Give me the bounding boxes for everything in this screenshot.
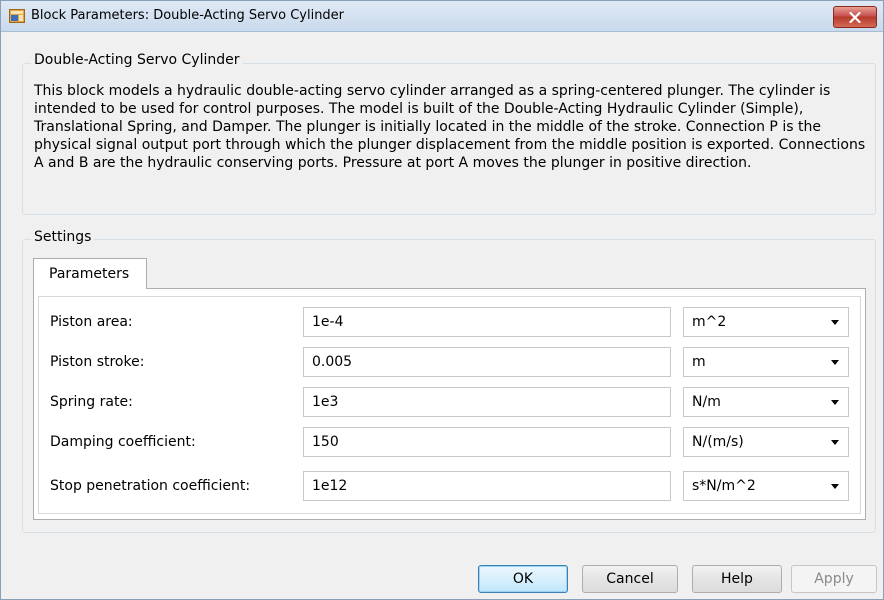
- ok-button[interactable]: OK: [478, 565, 568, 593]
- parameter-row-damping-coefficient: Damping coefficient: N/(m/s): [1, 427, 883, 457]
- piston-stroke-unit: m: [692, 354, 706, 370]
- window-title: Block Parameters: Double-Acting Servo Cy…: [31, 8, 345, 23]
- dropdown-arrow-icon: [831, 440, 839, 445]
- stop-penetration-coefficient-label: Stop penetration coefficient:: [50, 478, 251, 494]
- close-icon: [849, 11, 861, 23]
- stop-penetration-coefficient-unit-select[interactable]: s*N/m^2: [683, 471, 849, 501]
- spring-rate-input[interactable]: [303, 387, 671, 417]
- block-description: This block models a hydraulic double-act…: [34, 83, 866, 171]
- dropdown-arrow-icon: [831, 360, 839, 365]
- parameter-row-spring-rate: Spring rate: N/m: [1, 387, 883, 417]
- piston-area-label: Piston area:: [50, 314, 133, 330]
- damping-coefficient-input[interactable]: [303, 427, 671, 457]
- damping-coefficient-label: Damping coefficient:: [50, 434, 196, 450]
- block-parameters-icon: [9, 9, 25, 23]
- description-group-label: Double-Acting Servo Cylinder: [31, 52, 243, 68]
- damping-coefficient-unit: N/(m/s): [692, 434, 744, 450]
- parameter-row-piston-stroke: Piston stroke: m: [1, 347, 883, 377]
- piston-area-unit-select[interactable]: m^2: [683, 307, 849, 337]
- parameter-row-piston-area: Piston area: m^2: [1, 307, 883, 337]
- title-bar[interactable]: Block Parameters: Double-Acting Servo Cy…: [1, 1, 883, 32]
- piston-area-input[interactable]: [303, 307, 671, 337]
- dropdown-arrow-icon: [831, 320, 839, 325]
- cancel-button[interactable]: Cancel: [582, 565, 678, 593]
- tab-parameters[interactable]: Parameters: [33, 258, 147, 289]
- spring-rate-label: Spring rate:: [50, 394, 133, 410]
- spring-rate-unit: N/m: [692, 394, 721, 410]
- piston-area-unit: m^2: [692, 314, 727, 330]
- dropdown-arrow-icon: [831, 484, 839, 489]
- damping-coefficient-unit-select[interactable]: N/(m/s): [683, 427, 849, 457]
- piston-stroke-unit-select[interactable]: m: [683, 347, 849, 377]
- parameter-row-stop-penetration-coefficient: Stop penetration coefficient: s*N/m^2: [1, 471, 883, 501]
- help-button[interactable]: Help: [692, 565, 782, 593]
- settings-group-label: Settings: [31, 229, 95, 245]
- stop-penetration-coefficient-unit: s*N/m^2: [692, 478, 756, 494]
- dialog-window: Block Parameters: Double-Acting Servo Cy…: [0, 0, 884, 600]
- piston-stroke-input[interactable]: [303, 347, 671, 377]
- close-button[interactable]: [833, 6, 877, 28]
- tab-parameters-label: Parameters: [49, 266, 130, 282]
- apply-button[interactable]: Apply: [791, 565, 877, 593]
- dropdown-arrow-icon: [831, 400, 839, 405]
- stop-penetration-coefficient-input[interactable]: [303, 471, 671, 501]
- piston-stroke-label: Piston stroke:: [50, 354, 145, 370]
- spring-rate-unit-select[interactable]: N/m: [683, 387, 849, 417]
